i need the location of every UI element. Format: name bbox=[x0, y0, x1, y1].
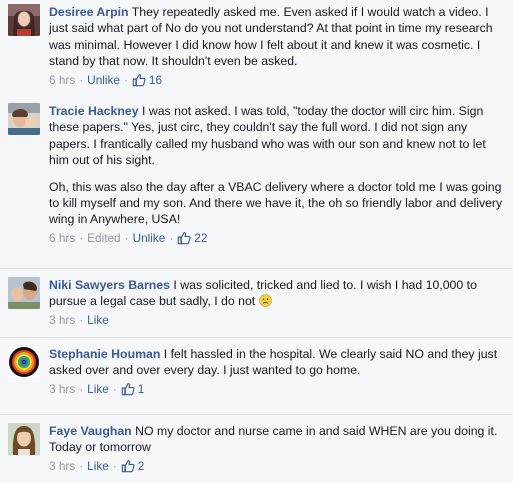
comment-text: Desiree Arpin They repeatedly asked me. … bbox=[49, 4, 507, 70]
thumbs-up-icon bbox=[177, 231, 191, 245]
comment-text: Niki Sawyers Barnes I was solicited, tri… bbox=[49, 277, 507, 310]
comment-meta: 3 hrs · Like · 1 bbox=[49, 381, 507, 397]
separator: · bbox=[79, 230, 84, 245]
comment-text: Faye Vaughan NO my doctor and nurse came… bbox=[49, 423, 507, 456]
thumbs-up-icon bbox=[121, 382, 135, 396]
avatar[interactable] bbox=[8, 277, 40, 309]
author-name[interactable]: Faye Vaughan bbox=[49, 424, 132, 438]
comment-item: Tracie Hackney I was not asked. I was to… bbox=[0, 103, 513, 246]
timestamp[interactable]: 3 hrs bbox=[49, 312, 75, 328]
like-count-value: 16 bbox=[148, 72, 163, 87]
timestamp[interactable]: 6 hrs bbox=[49, 230, 75, 246]
comment-meta: 3 hrs · Like · 2 bbox=[49, 458, 507, 474]
comment-meta: 6 hrs · Unlike · 16 bbox=[49, 72, 507, 88]
comment-meta: 3 hrs · Like bbox=[49, 312, 507, 328]
thumbs-up-icon bbox=[121, 459, 135, 473]
thumbs-up-icon bbox=[132, 73, 146, 87]
frown-emoji-icon bbox=[258, 294, 272, 308]
like-count-value: 22 bbox=[194, 230, 208, 245]
like-count[interactable]: 1 bbox=[121, 381, 145, 397]
like-count[interactable]: 2 bbox=[121, 458, 145, 474]
unlike-link[interactable]: Unlike bbox=[133, 230, 166, 246]
like-count-value: 2 bbox=[137, 458, 145, 473]
separator: · bbox=[112, 381, 117, 396]
avatar[interactable] bbox=[8, 423, 40, 455]
avatar[interactable] bbox=[8, 103, 40, 135]
comment-item: Desiree Arpin They repeatedly asked me. … bbox=[0, 4, 513, 88]
timestamp[interactable]: 3 hrs bbox=[49, 381, 75, 397]
like-link[interactable]: Like bbox=[87, 458, 109, 474]
edited-label[interactable]: Edited bbox=[87, 230, 120, 246]
comment-text: Stephanie Houman I felt hassled in the h… bbox=[49, 346, 507, 379]
separator: · bbox=[79, 381, 84, 396]
separator: · bbox=[79, 72, 84, 87]
like-count[interactable]: 16 bbox=[132, 72, 162, 88]
comment-item: Niki Sawyers Barnes I was solicited, tri… bbox=[0, 268, 513, 328]
like-count[interactable]: 22 bbox=[177, 230, 207, 246]
unlike-link[interactable]: Unlike bbox=[87, 72, 120, 88]
avatar[interactable] bbox=[8, 346, 40, 378]
author-name[interactable]: Niki Sawyers Barnes bbox=[49, 278, 170, 292]
like-link[interactable]: Like bbox=[87, 381, 109, 397]
timestamp[interactable]: 3 hrs bbox=[49, 458, 75, 474]
separator: · bbox=[79, 312, 84, 327]
author-name[interactable]: Tracie Hackney bbox=[49, 104, 139, 118]
comment-body-paragraph-2: Oh, this was also the day after a VBAC d… bbox=[49, 179, 503, 227]
separator: · bbox=[112, 458, 117, 473]
comment-item: Stephanie Houman I felt hassled in the h… bbox=[0, 337, 513, 397]
separator: · bbox=[169, 230, 174, 245]
like-count-value: 1 bbox=[137, 381, 145, 396]
separator: · bbox=[123, 72, 128, 87]
comment-meta: 6 hrs · Edited · Unlike · 22 bbox=[49, 230, 507, 246]
separator: · bbox=[124, 230, 129, 245]
avatar[interactable] bbox=[8, 4, 40, 36]
comment-item: Faye Vaughan NO my doctor and nurse came… bbox=[0, 414, 513, 474]
separator: · bbox=[79, 458, 84, 473]
comment-feed: Desiree Arpin They repeatedly asked me. … bbox=[0, 0, 513, 483]
author-name[interactable]: Desiree Arpin bbox=[49, 5, 129, 19]
comment-text: Tracie Hackney I was not asked. I was to… bbox=[49, 103, 507, 169]
like-link[interactable]: Like bbox=[87, 312, 109, 328]
timestamp[interactable]: 6 hrs bbox=[49, 72, 75, 88]
author-name[interactable]: Stephanie Houman bbox=[49, 347, 160, 361]
